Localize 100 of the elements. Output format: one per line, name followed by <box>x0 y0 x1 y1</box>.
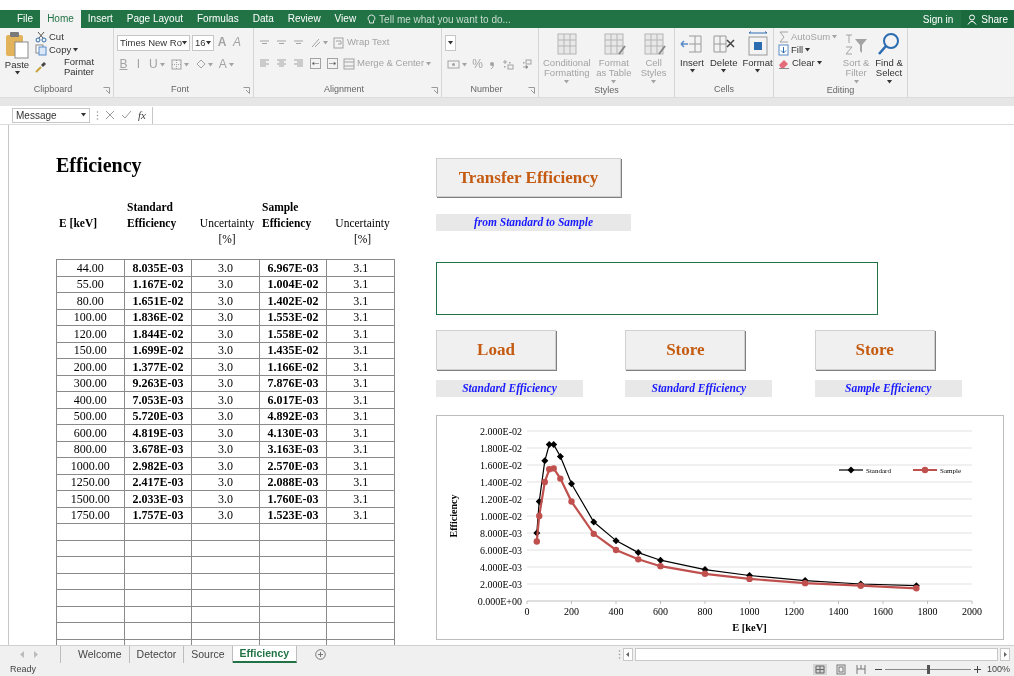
table-cell: 3.0 <box>191 408 260 425</box>
person-icon <box>967 13 979 25</box>
action-button[interactable]: Load <box>436 330 556 370</box>
combo-field[interactable]: Times New Ro <box>117 35 190 51</box>
name-box[interactable]: Message <box>12 107 90 123</box>
ribbon-button[interactable]: Cut <box>34 31 110 43</box>
table-cell: 3.0 <box>191 358 260 375</box>
ribbon-button[interactable]: Clear <box>777 57 839 69</box>
comma-style-icon <box>488 59 496 70</box>
action-button[interactable]: Store <box>814 330 935 370</box>
table-cell: 3.0 <box>191 375 260 392</box>
ribbon-button[interactable]: Delete <box>709 31 739 74</box>
ribbon-button[interactable]: Copy <box>34 44 110 56</box>
axis-title: Efficiency <box>448 494 459 538</box>
tick-label: 1000 <box>739 606 760 617</box>
tick-label: 0 <box>524 606 530 617</box>
ribbon-tab[interactable]: Data <box>245 10 281 28</box>
combo-field[interactable]: 16 <box>191 35 214 51</box>
slider-thumb[interactable] <box>926 665 930 674</box>
insert-function-button[interactable]: fx <box>138 106 146 124</box>
minus-icon <box>874 666 882 673</box>
table-cell: 3.0 <box>191 490 260 507</box>
sign-in-link[interactable]: Sign in <box>914 10 962 28</box>
table-cell: 1.435E-02 <box>259 342 327 359</box>
add-sheet-button[interactable] <box>315 646 327 663</box>
table-cell: 6.967E-03 <box>259 259 327 276</box>
tick-label: 800 <box>697 606 713 617</box>
paint-bucket-icon <box>194 59 206 70</box>
table-cell: 1.757E-03 <box>124 507 192 524</box>
tick-label: 2000 <box>962 606 982 617</box>
ribbon-button[interactable]: Find & Select <box>874 31 904 84</box>
table-cell: 2.982E-03 <box>124 457 192 474</box>
ribbon-tab[interactable]: Review <box>280 10 328 28</box>
table-cell: 200.00 <box>56 358 125 375</box>
drag-handle-icon <box>618 649 621 660</box>
table-cell: 1.553E-02 <box>259 309 327 326</box>
ribbon-button[interactable]: Format Painter <box>34 57 110 78</box>
transfer-button[interactable]: Transfer Efficiency <box>436 158 621 197</box>
sheet-tab[interactable]: Efficiency <box>232 646 298 663</box>
table-cell: 3.1 <box>326 457 395 474</box>
table-cell: 80.00 <box>56 292 125 309</box>
close-icon <box>105 110 115 120</box>
table-cell: 3.0 <box>191 474 260 491</box>
align-center-icon <box>276 58 287 69</box>
ribbon-button[interactable]: Paste <box>3 31 31 76</box>
ribbon-tab[interactable]: Insert <box>80 10 120 28</box>
increase-indent-icon <box>327 58 338 69</box>
table-cell: 8.035E-03 <box>124 259 192 276</box>
legend-marker <box>838 466 864 474</box>
group-label: Cells <box>713 83 735 97</box>
ribbon-tab[interactable]: Formulas <box>190 10 246 28</box>
table-cell: 3.0 <box>191 309 260 326</box>
table-cell: 3.1 <box>326 474 395 491</box>
orientation-icon <box>310 37 321 48</box>
data-point <box>556 453 564 460</box>
ribbon-tab[interactable]: Home <box>40 10 81 28</box>
eraser-icon <box>778 57 790 69</box>
group-label: Clipboard <box>32 83 74 97</box>
caption-label: Standard Efficiency <box>436 380 583 397</box>
combo-field[interactable] <box>445 35 456 51</box>
ribbon-button[interactable]: Insert <box>678 31 706 74</box>
increase-decimal-icon <box>502 59 515 70</box>
table-cell: 1.844E-02 <box>124 325 192 342</box>
tick-label: 0.000E+00 <box>477 595 522 607</box>
table-cell: 1.402E-02 <box>259 292 327 309</box>
ribbon-tab[interactable]: Page Layout <box>119 10 190 28</box>
table-cell: 1.836E-02 <box>124 309 192 326</box>
decrease-decimal-icon <box>521 59 534 70</box>
table-cell: 3.1 <box>326 325 395 342</box>
table-cell: 5.720E-03 <box>124 408 192 425</box>
column-header: Standard Efficiency <box>126 200 178 231</box>
data-point <box>568 480 575 488</box>
tick-label: 1200 <box>784 606 804 617</box>
message-box[interactable] <box>436 262 878 315</box>
table-cell: 3.0 <box>191 276 260 293</box>
table-cell: 1.166E-02 <box>259 358 327 375</box>
tick-label: 4.000E-03 <box>480 561 522 573</box>
column-header: Uncertainty [%] <box>334 216 391 247</box>
page-break-icon <box>854 664 867 675</box>
tick-label: 400 <box>608 606 624 617</box>
table-cell: 3.0 <box>191 342 260 359</box>
table-cell: 3.1 <box>326 358 395 375</box>
table-cell: 3.1 <box>326 391 395 408</box>
table-cell: 600.00 <box>56 424 125 441</box>
sheet-title: Efficiency <box>56 153 143 177</box>
sort-filter-icon <box>843 31 870 57</box>
table-cell: 120.00 <box>56 325 125 342</box>
ribbon-button[interactable]: Format <box>741 31 774 74</box>
table-cell: 150.00 <box>56 342 125 359</box>
action-button[interactable]: Store <box>625 330 746 370</box>
table-cell: 3.0 <box>191 441 260 458</box>
scrollbar[interactable] <box>635 648 998 661</box>
ribbon-tab[interactable]: View <box>327 10 364 28</box>
share-button[interactable]: Share <box>961 10 1014 28</box>
ribbon-tab[interactable]: File <box>10 10 41 28</box>
tell-me-field[interactable]: Tell me what you want to do... <box>379 11 540 27</box>
table-cell: 1.523E-03 <box>259 507 327 524</box>
group-label: Number <box>469 83 504 97</box>
ribbon-button[interactable]: Fill <box>777 44 839 56</box>
tick-label: 1.800E-02 <box>480 442 522 454</box>
